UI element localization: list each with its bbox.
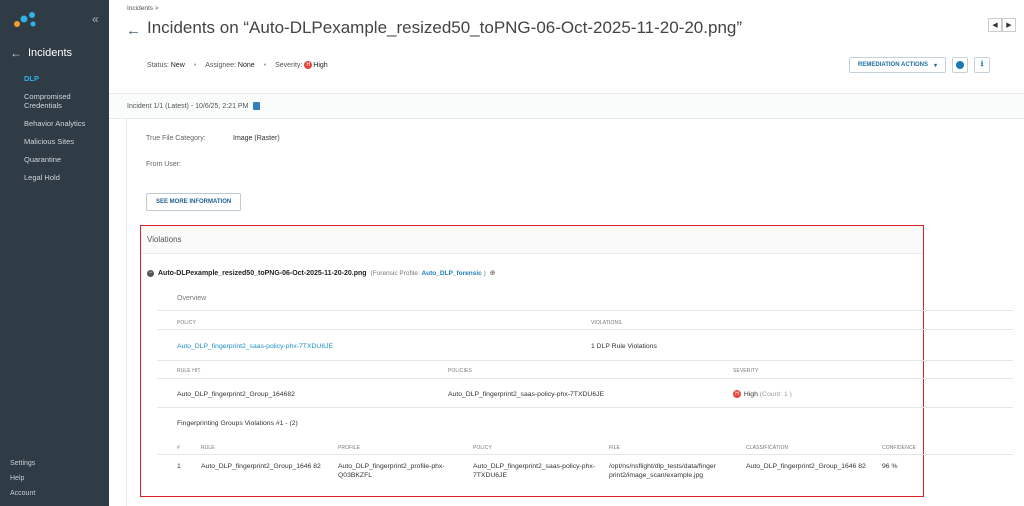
notes-icon[interactable] (253, 102, 261, 110)
forensic-profile-link[interactable]: Auto_DLP_forensic (421, 270, 481, 277)
severity-header: SEVERITY (733, 368, 759, 374)
status-field[interactable]: Status: New (147, 62, 185, 69)
from-user-label: From User: (146, 161, 181, 168)
severity-text: High (743, 391, 758, 398)
divider (157, 378, 1013, 379)
page-title: Incidents on “Auto-DLPexample_resized50_… (147, 18, 743, 37)
sidebar-item-malicious-sites[interactable]: Malicious Sites (24, 137, 108, 146)
sidebar-account[interactable]: Account (10, 490, 35, 497)
previous-icon[interactable]: ◀ (988, 18, 1002, 32)
severity-count: (Count: 1 ) (759, 391, 792, 398)
nav-section-incidents[interactable]: ← Incidents (10, 46, 72, 60)
incident-timestamp: Incident 1/1 (Latest) - 10/6/25, 2:21 PM (127, 102, 249, 110)
remediation-actions-button[interactable]: REMEDIATION ACTIONS ▾ (848, 57, 946, 73)
forensic-prefix: (Forensic Profile: (370, 269, 420, 277)
severity-field[interactable]: Severity: H High (275, 61, 328, 69)
violations-header: VIOLATIONS (591, 320, 622, 326)
group-row-confidence: 96 % (882, 463, 898, 470)
violation-file-row: − Auto-DLPexample_resized50_toPNG-06-Oct… (147, 269, 496, 277)
collapse-sidebar-icon[interactable]: « (92, 12, 99, 26)
group-row-classification: Auto_DLP_fingerprint2_Group_1646 82 (746, 463, 866, 470)
download-icon: ⭳ (980, 59, 984, 68)
sidebar-item-legal-hold[interactable]: Legal Hold (24, 173, 108, 182)
clock-icon (956, 61, 964, 69)
rule-hit-value: Auto_DLP_fingerprint2_Group_164682 (177, 391, 295, 398)
policies-header: POLICIES (448, 368, 472, 374)
severity-high-icon: H (733, 390, 741, 399)
back-arrow-icon: ← (10, 46, 22, 60)
sidebar-item-dlp[interactable]: DLP (24, 74, 108, 83)
sidebar-item-quarantine[interactable]: Quarantine (24, 155, 108, 164)
sidebar-help[interactable]: Help (10, 475, 35, 482)
group-row-profile: Auto_DLP_fingerprint2_profile-phx-Q03BKZ… (338, 463, 445, 479)
netskope-logo-icon[interactable] (12, 10, 40, 30)
severity-high-icon: H (304, 61, 313, 69)
violations-heading: Violations (141, 226, 923, 254)
separator-dot: • (193, 61, 197, 69)
chevron-down-icon: ▾ (933, 62, 937, 69)
status-value: New (170, 61, 185, 69)
policy-header: POLICY (177, 320, 196, 326)
remediation-actions-label: REMEDIATION ACTIONS (857, 62, 928, 68)
incident-details-card: True File Category: Image (Raster) From … (126, 119, 1024, 506)
group-header-rule: RULE (201, 445, 215, 451)
collapse-icon[interactable]: − (147, 269, 154, 277)
violations-section: Violations − Auto-DLPexample_resized50_t… (140, 225, 1013, 497)
sidebar-settings[interactable]: Settings (10, 460, 35, 467)
sidebar: « ← Incidents DLP Compromised Credential… (0, 0, 109, 506)
forensic-suffix: ) (483, 269, 486, 277)
policy-link[interactable]: Auto_DLP_fingerprint2_saas-policy-phx-7T… (177, 342, 333, 351)
rule-hit-header: RULE HIT (177, 368, 201, 374)
zoom-in-icon[interactable]: ⊕ (490, 269, 496, 277)
severity-cell: H High (Count: 1 ) (733, 390, 792, 399)
pager: ◀ ▶ (988, 18, 1016, 32)
download-button[interactable]: ⭳ (974, 57, 990, 73)
severity-label: Severity: (275, 61, 303, 69)
assignee-label: Assignee: (205, 61, 236, 69)
separator-dot: • (263, 61, 267, 69)
divider (157, 329, 1013, 330)
header-actions: REMEDIATION ACTIONS ▾ ⭳ (848, 57, 990, 73)
divider (157, 407, 1013, 408)
group-row-rule: Auto_DLP_fingerprint2_Group_1646 82 (201, 463, 321, 470)
next-icon[interactable]: ▶ (1002, 18, 1016, 32)
nav-list: DLP Compromised Credentials Behavior Ana… (24, 74, 108, 191)
back-arrow-icon[interactable]: ← (126, 22, 141, 39)
divider (157, 454, 1013, 455)
group-row-num: 1 (177, 463, 181, 470)
violations-count: 1 DLP Rule Violations (591, 343, 657, 350)
true-file-category-label: True File Category: (146, 135, 206, 142)
nav-section-label: Incidents (28, 47, 73, 59)
divider (157, 310, 1013, 311)
status-row: Status: New • Assignee: None • Severity:… (147, 61, 328, 69)
group-header-file: FILE (609, 445, 620, 451)
group-header-confidence: CONFIDENCE (882, 445, 917, 451)
true-file-category-value: Image (Raster) (233, 135, 280, 142)
assignee-field[interactable]: Assignee: None (205, 62, 254, 69)
group-header-policy: POLICY (473, 445, 492, 451)
forensic-profile: (Forensic Profile: Auto_DLP_forensic ) (371, 270, 486, 277)
severity-value: High (313, 61, 328, 69)
group-row-policy: Auto_DLP_fingerprint2_saas-policy-phx-7T… (473, 463, 596, 479)
incident-bar: Incident 1/1 (Latest) - 10/6/25, 2:21 PM (109, 93, 1024, 119)
rule-policy-value: Auto_DLP_fingerprint2_saas-policy-phx-7T… (448, 391, 605, 398)
sidebar-item-compromised-credentials[interactable]: Compromised Credentials (24, 92, 108, 110)
violation-file-name: Auto-DLPexample_resized50_toPNG-06-Oct-2… (158, 269, 367, 277)
group-header-profile: PROFILE (338, 445, 361, 451)
divider (157, 360, 1013, 361)
group-header-classification: CLASSIFICATION (746, 445, 789, 451)
group-header-num: # (177, 445, 180, 451)
see-more-information-button[interactable]: SEE MORE INFORMATION (146, 193, 242, 211)
status-label: Status: (147, 61, 169, 69)
group-row-file: /opt/ns/nsflight/dlp_tests/data/finger p… (609, 463, 716, 479)
sidebar-item-behavior-analytics[interactable]: Behavior Analytics (24, 119, 108, 128)
group-violations-title: Fingerprinting Groups Violations #1 - (2… (177, 420, 298, 427)
overview-label: Overview (177, 295, 207, 302)
assignee-value: None (237, 61, 255, 69)
breadcrumb[interactable]: Incidents > (127, 5, 159, 12)
history-button[interactable] (952, 57, 968, 73)
sidebar-bottom: Settings Help Account (10, 460, 35, 505)
